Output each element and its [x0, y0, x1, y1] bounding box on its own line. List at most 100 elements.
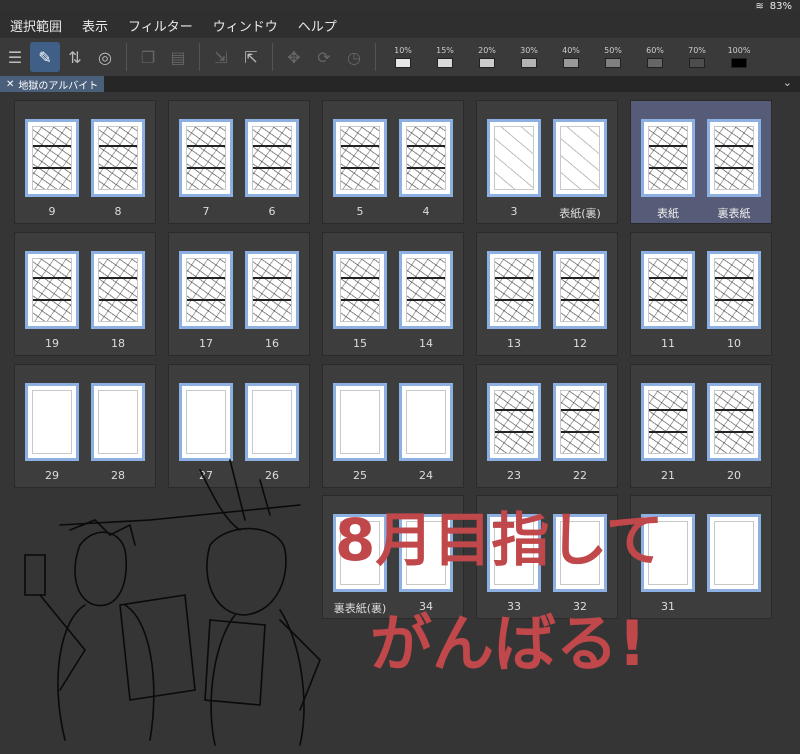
- menu-item[interactable]: ウィンドウ: [213, 16, 278, 35]
- page-thumbnail[interactable]: [707, 514, 761, 592]
- page-thumbnail[interactable]: [707, 383, 761, 461]
- page-spread[interactable]: 33 32: [476, 495, 618, 619]
- page-thumbnail[interactable]: [91, 383, 145, 461]
- page-spread[interactable]: 15 14: [322, 232, 464, 356]
- page-thumbnail[interactable]: [641, 514, 695, 592]
- reset-rotation-icon[interactable]: ◷: [339, 42, 369, 72]
- tone-button[interactable]: 100%: [718, 46, 760, 68]
- page-thumbnail[interactable]: [487, 119, 541, 197]
- page-thumbnail[interactable]: [25, 383, 79, 461]
- page-thumbnail[interactable]: [25, 251, 79, 329]
- page-spread[interactable]: 29 28: [14, 364, 156, 488]
- close-icon[interactable]: ✕: [6, 79, 14, 90]
- page-spread[interactable]: 表紙 裏表紙: [630, 100, 772, 224]
- toolbar: ☰ ✎ ⇅ ◎ ❐ ▤ ⇲ ⇱ ✥ ⟳ ◷ 10% 15% 20% 30% 40% 50%…: [0, 38, 800, 76]
- tab-bar: ✕ 地獄のアルバイト ⌄: [0, 76, 800, 92]
- tone-button[interactable]: 30%: [508, 46, 550, 68]
- import-page-icon[interactable]: ⇱: [236, 42, 266, 72]
- page-thumbnail[interactable]: [245, 251, 299, 329]
- page-thumbnail[interactable]: [553, 514, 607, 592]
- menu-item[interactable]: ヘルプ: [298, 16, 337, 35]
- page-frame: [406, 258, 446, 322]
- page-thumbnail[interactable]: [487, 383, 541, 461]
- page-spread[interactable]: 76: [168, 100, 310, 224]
- tone-swatch: [563, 58, 579, 68]
- rotate-icon[interactable]: ⟳: [309, 42, 339, 72]
- tone-label: 10%: [394, 46, 412, 55]
- page-spread[interactable]: 21 20: [630, 364, 772, 488]
- page-thumbnail[interactable]: [333, 119, 387, 197]
- page-thumbnail[interactable]: [179, 119, 233, 197]
- page-spread[interactable]: 31: [630, 495, 772, 619]
- paste-page-icon[interactable]: ▤: [163, 42, 193, 72]
- page-spread[interactable]: 11 10: [630, 232, 772, 356]
- tone-button[interactable]: 10%: [382, 46, 424, 68]
- page-thumbnail[interactable]: [487, 251, 541, 329]
- panel-border: [649, 409, 687, 411]
- menu-icon[interactable]: ☰: [0, 42, 30, 72]
- page-spread[interactable]: 裏表紙(裏) 34: [322, 495, 464, 619]
- page-thumbnail[interactable]: [25, 119, 79, 197]
- page-number-label: 9: [48, 205, 56, 218]
- page-thumbnail[interactable]: [553, 383, 607, 461]
- page-thumbnail[interactable]: [399, 383, 453, 461]
- page-frame: [340, 126, 380, 190]
- menu-bar: 選択範囲 表示 フィルター ウィンドウ ヘルプ: [0, 12, 800, 38]
- panel-border: [33, 145, 71, 147]
- up-down-arrows-icon[interactable]: ⇅: [60, 42, 90, 72]
- tone-button[interactable]: 70%: [676, 46, 718, 68]
- page-spread[interactable]: 27 26: [168, 364, 310, 488]
- tone-swatch: [647, 58, 663, 68]
- tone-label: 40%: [562, 46, 580, 55]
- page-frame: [252, 126, 292, 190]
- page-thumbnail[interactable]: [91, 251, 145, 329]
- page-thumbnail[interactable]: [245, 383, 299, 461]
- page-spread[interactable]: 54: [322, 100, 464, 224]
- panel-border: [561, 409, 599, 411]
- swirl-icon[interactable]: ◎: [90, 42, 120, 72]
- page-thumbnail[interactable]: [641, 251, 695, 329]
- page-thumbnail[interactable]: [333, 251, 387, 329]
- panel-border: [341, 299, 379, 301]
- page-thumbnail[interactable]: [333, 383, 387, 461]
- page-thumbnail[interactable]: [91, 119, 145, 197]
- tone-button[interactable]: 60%: [634, 46, 676, 68]
- page-thumbnail[interactable]: [553, 251, 607, 329]
- export-page-icon[interactable]: ⇲: [206, 42, 236, 72]
- page-thumbnail[interactable]: [333, 514, 387, 592]
- page-thumbnail[interactable]: [399, 251, 453, 329]
- page-spread[interactable]: 25 24: [322, 364, 464, 488]
- page-spread[interactable]: 98: [14, 100, 156, 224]
- page-thumbnail[interactable]: [487, 514, 541, 592]
- page-spread[interactable]: 19 18: [14, 232, 156, 356]
- page-thumbnail[interactable]: [707, 251, 761, 329]
- move-icon[interactable]: ✥: [279, 42, 309, 72]
- document-tab[interactable]: ✕ 地獄のアルバイト: [0, 76, 105, 92]
- page-number-label: 33: [507, 600, 521, 613]
- page-spread[interactable]: 17 16: [168, 232, 310, 356]
- page-number-label: 14: [419, 337, 433, 350]
- tone-button[interactable]: 20%: [466, 46, 508, 68]
- menu-item[interactable]: フィルター: [128, 16, 193, 35]
- page-thumbnail[interactable]: [399, 514, 453, 592]
- tone-button[interactable]: 50%: [592, 46, 634, 68]
- page-spread[interactable]: 3 表紙(裏): [476, 100, 618, 224]
- tone-button[interactable]: 40%: [550, 46, 592, 68]
- page-thumbnail[interactable]: [553, 119, 607, 197]
- page-thumbnail[interactable]: [707, 119, 761, 197]
- page-spread[interactable]: 13 12: [476, 232, 618, 356]
- tone-button[interactable]: 15%: [424, 46, 466, 68]
- menu-item[interactable]: 選択範囲: [10, 16, 62, 35]
- page-thumbnail[interactable]: [641, 119, 695, 197]
- page-number-label: 29: [45, 469, 59, 482]
- page-thumbnail[interactable]: [179, 383, 233, 461]
- page-thumbnail[interactable]: [641, 383, 695, 461]
- page-thumbnail[interactable]: [245, 119, 299, 197]
- page-spread[interactable]: 23 22: [476, 364, 618, 488]
- chevron-down-icon[interactable]: ⌄: [783, 76, 792, 89]
- edit-page-icon[interactable]: ✎: [30, 42, 60, 72]
- page-thumbnail[interactable]: [179, 251, 233, 329]
- page-thumbnail[interactable]: [399, 119, 453, 197]
- copy-page-icon[interactable]: ❐: [133, 42, 163, 72]
- menu-item[interactable]: 表示: [82, 16, 108, 35]
